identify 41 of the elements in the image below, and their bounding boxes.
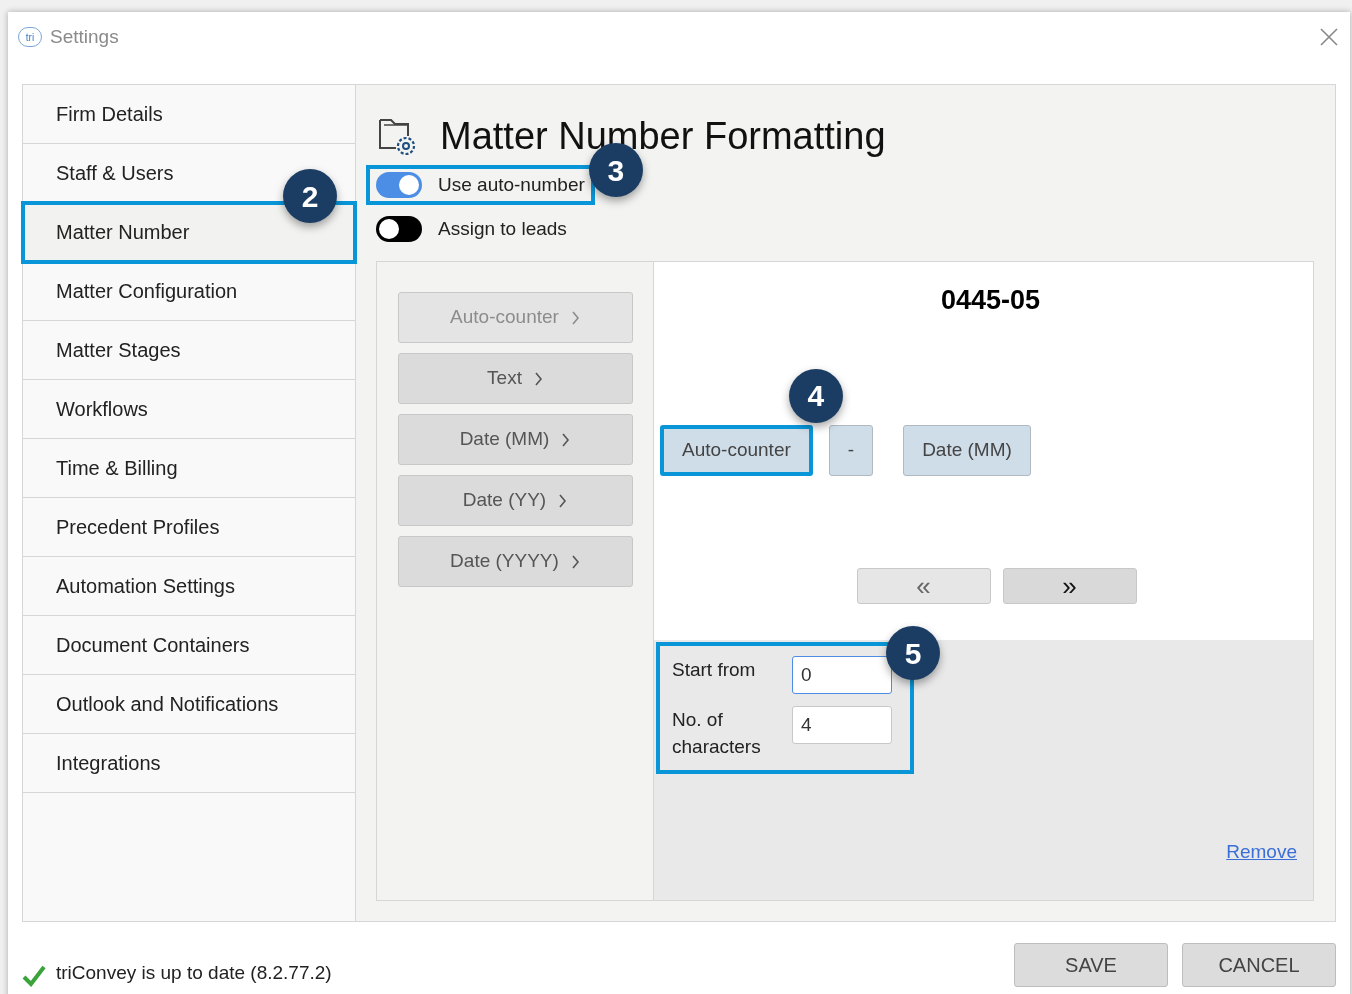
chevron-right-icon	[561, 432, 571, 447]
close-icon[interactable]	[1320, 28, 1338, 46]
segment-type-button[interactable]: Date (MM)	[397, 414, 633, 465]
field-label: Start from	[672, 658, 757, 682]
chevron-right-icon	[570, 554, 580, 569]
callout-badge: 4	[788, 368, 843, 423]
toggle-switch[interactable]	[376, 172, 422, 198]
format-segment[interactable]: Auto-counter	[660, 424, 813, 476]
segment-type-button[interactable]: Date (YYYY)	[397, 536, 633, 587]
input-field[interactable]: 0	[792, 656, 892, 694]
sidebar-item[interactable]: Matter Stages	[23, 321, 355, 380]
sidebar-item[interactable]: Time & Billing	[23, 439, 355, 498]
window-title: Settings	[50, 24, 119, 49]
sidebar-item[interactable]: Precedent Profiles	[23, 498, 355, 557]
dialog-button[interactable]: SAVE	[1014, 943, 1168, 987]
chevron-right-icon	[533, 371, 543, 386]
segment-type-button[interactable]: Date (YY)	[397, 475, 633, 526]
input-field[interactable]: 4	[792, 706, 892, 744]
toggle-label: Use auto-number	[438, 172, 585, 197]
format-segment[interactable]: Date (MM)	[903, 424, 1031, 476]
dialog-button[interactable]: CANCEL	[1182, 943, 1336, 987]
field-label: No. of characters	[672, 708, 762, 759]
segment-type-button[interactable]: Text	[397, 353, 633, 404]
number-preview: 0445-05	[940, 284, 1041, 317]
status-text: triConvey is up to date (8.2.77.2)	[56, 960, 332, 985]
sidebar-item[interactable]: Firm Details	[23, 85, 355, 144]
sidebar-item[interactable]: Workflows	[23, 380, 355, 439]
toggle-switch[interactable]	[376, 216, 422, 242]
checkmark-icon	[22, 965, 46, 987]
sidebar-item[interactable]: Automation Settings	[23, 557, 355, 616]
toggle-label: Assign to leads	[438, 216, 567, 241]
sidebar-item[interactable]: Outlook and Notifications	[23, 675, 355, 734]
sidebar-item[interactable]: Integrations	[23, 734, 355, 793]
sidebar-item[interactable]: Document Containers	[23, 616, 355, 675]
remove-link[interactable]: Remove	[1226, 837, 1297, 866]
sidebar-item[interactable]: Matter Configuration	[23, 262, 355, 321]
callout-badge: 2	[283, 169, 337, 223]
chevron-right-icon	[570, 310, 580, 325]
format-segment[interactable]: -	[828, 424, 874, 476]
move-button[interactable]: »	[1002, 567, 1137, 604]
chevron-right-icon	[558, 493, 568, 508]
